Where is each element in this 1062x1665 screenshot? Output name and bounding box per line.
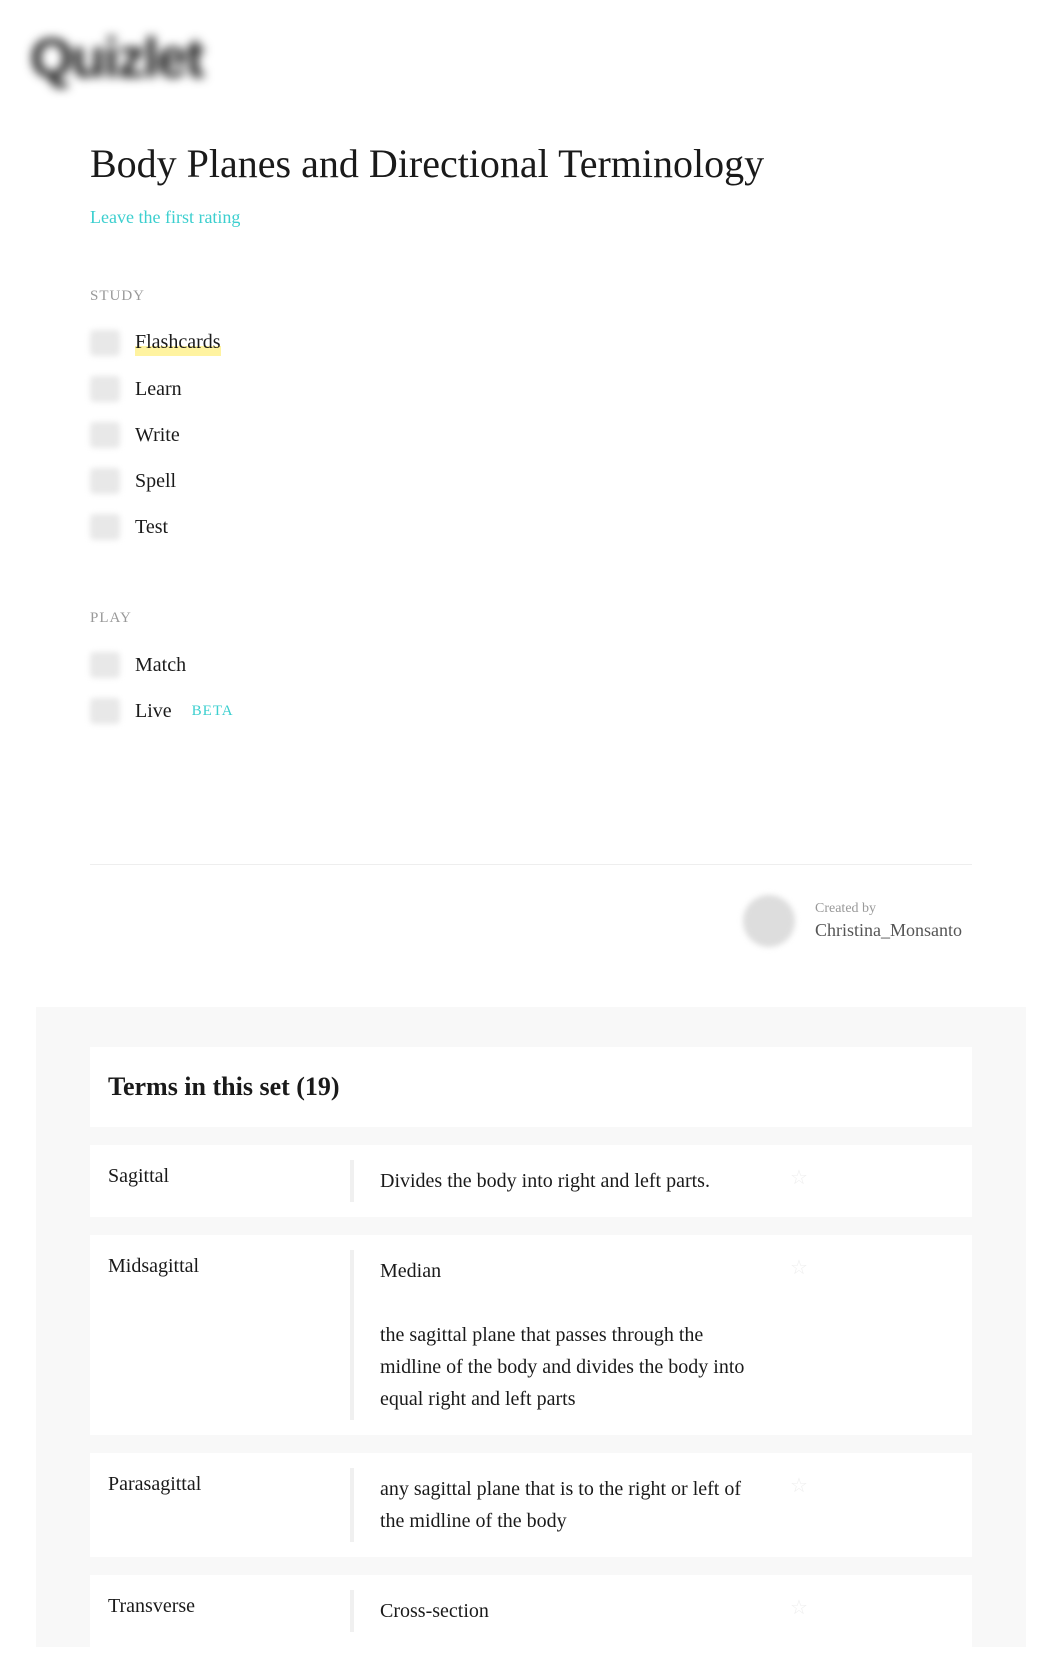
term-card: Transverse Cross-section ☆ — [90, 1575, 972, 1647]
menu-label: Match — [135, 654, 186, 677]
main-content: Body Planes and Directional Terminology … — [0, 110, 1062, 1647]
menu-item-test[interactable]: Test — [90, 504, 972, 550]
term-name: Midsagittal — [90, 1235, 350, 1435]
star-icon[interactable]: ☆ — [790, 1575, 820, 1647]
term-name: Sagittal — [90, 1145, 350, 1217]
study-section-header: STUDY — [90, 288, 972, 305]
menu-label: Flashcards — [135, 331, 221, 356]
divider — [90, 864, 972, 865]
creator-name[interactable]: Christina_Monsanto — [815, 920, 962, 941]
flashcards-icon — [90, 330, 120, 356]
term-name: Transverse — [90, 1575, 350, 1647]
star-icon[interactable]: ☆ — [790, 1145, 820, 1217]
term-separator — [350, 1468, 360, 1542]
term-separator — [350, 1590, 360, 1632]
menu-item-spell[interactable]: Spell — [90, 458, 972, 504]
star-icon[interactable]: ☆ — [790, 1453, 820, 1557]
term-card: Sagittal Divides the body into right and… — [90, 1145, 972, 1217]
term-separator — [350, 1250, 360, 1420]
test-icon — [90, 514, 120, 540]
creator-info: Created by Christina_Monsanto — [815, 901, 962, 941]
term-definition: Cross-section — [360, 1575, 790, 1647]
menu-label: Live — [135, 700, 172, 723]
term-definition: any sagittal plane that is to the right … — [360, 1453, 790, 1557]
term-card: Parasagittal any sagittal plane that is … — [90, 1453, 972, 1557]
terms-header: Terms in this set (19) — [90, 1047, 972, 1127]
menu-label: Learn — [135, 378, 182, 401]
term-card: Midsagittal Medianthe sagittal plane tha… — [90, 1235, 972, 1435]
menu-item-flashcards[interactable]: Flashcards — [90, 320, 972, 366]
live-icon — [90, 698, 120, 724]
terms-section: Terms in this set (19) Sagittal Divides … — [36, 1007, 1026, 1647]
menu-label: Write — [135, 424, 180, 447]
creator-section: Created by Christina_Monsanto — [90, 895, 972, 947]
rating-link[interactable]: Leave the first rating — [90, 207, 972, 228]
menu-item-learn[interactable]: Learn — [90, 366, 972, 412]
avatar[interactable] — [743, 895, 795, 947]
logo-container: Quizlet — [0, 0, 1062, 110]
spell-icon — [90, 468, 120, 494]
menu-item-live[interactable]: Live BETA — [90, 688, 972, 734]
beta-badge: BETA — [192, 703, 234, 720]
match-icon — [90, 652, 120, 678]
play-section-header: PLAY — [90, 610, 972, 627]
created-by-label: Created by — [815, 901, 962, 917]
menu-label: Spell — [135, 470, 176, 493]
star-icon[interactable]: ☆ — [790, 1235, 820, 1435]
term-name: Parasagittal — [90, 1453, 350, 1557]
learn-icon — [90, 376, 120, 402]
menu-label: Test — [135, 516, 168, 539]
term-separator — [350, 1160, 360, 1202]
page-title: Body Planes and Directional Terminology — [90, 140, 972, 187]
term-definition: Divides the body into right and left par… — [360, 1145, 790, 1217]
menu-item-write[interactable]: Write — [90, 412, 972, 458]
menu-item-match[interactable]: Match — [90, 642, 972, 688]
term-definition: Medianthe sagittal plane that passes thr… — [360, 1235, 790, 1435]
logo[interactable]: Quizlet — [30, 25, 1032, 90]
write-icon — [90, 422, 120, 448]
